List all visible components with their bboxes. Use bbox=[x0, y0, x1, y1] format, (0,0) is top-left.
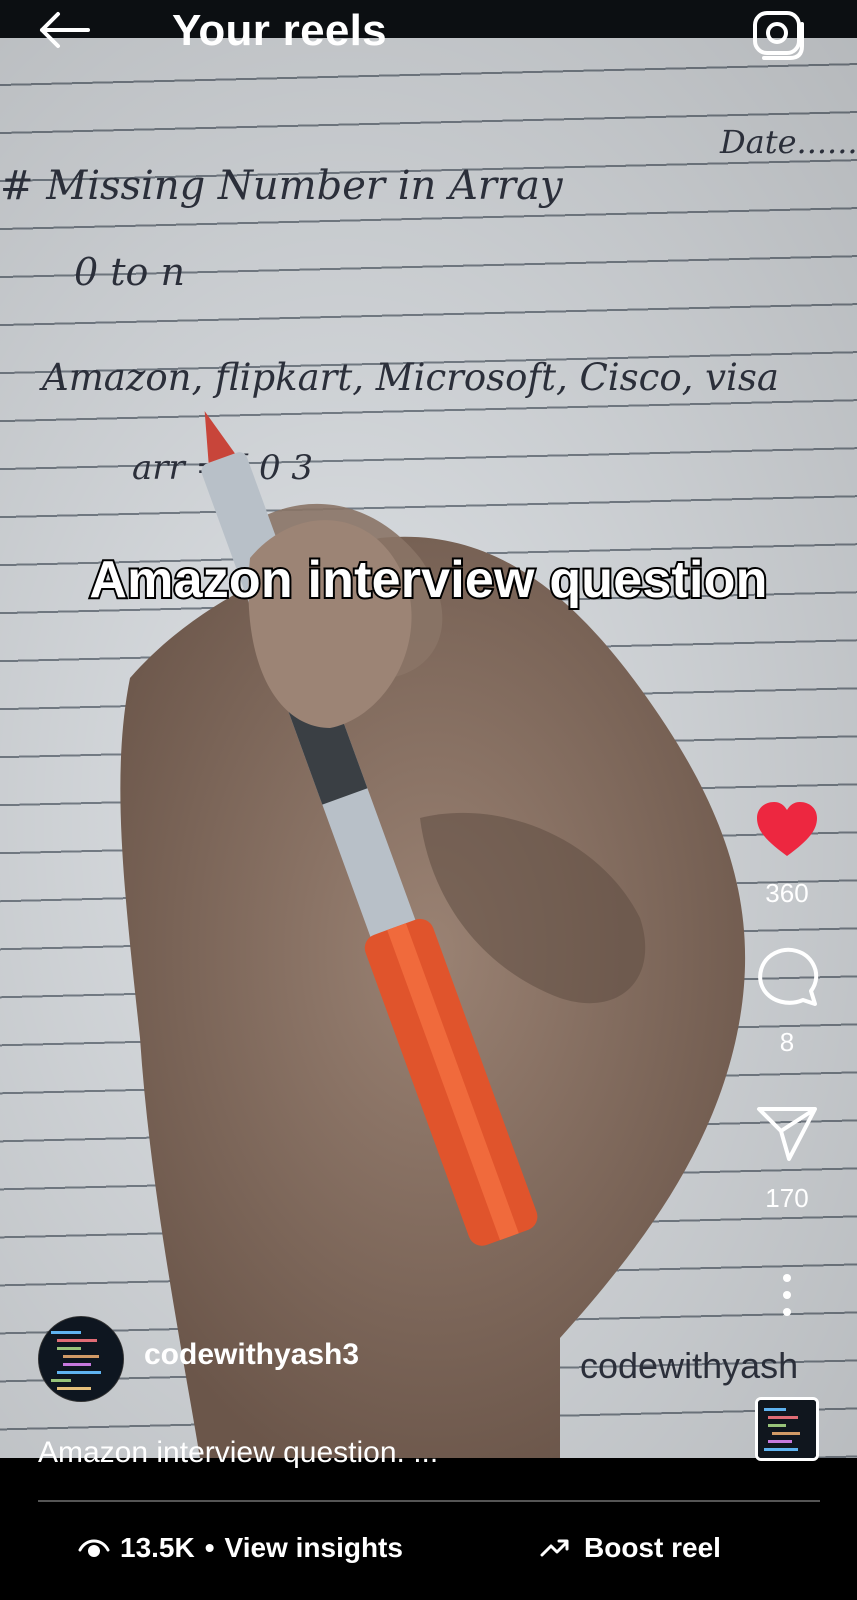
trending-up-icon bbox=[540, 1539, 569, 1557]
more-vertical-icon bbox=[783, 1274, 791, 1316]
view-count: 13.5K bbox=[120, 1532, 195, 1563]
boost-reel-label: Boost reel bbox=[584, 1532, 721, 1563]
like-action[interactable]: 360 bbox=[737, 800, 837, 909]
share-action[interactable]: 170 bbox=[737, 1105, 837, 1214]
code-avatar-image bbox=[39, 1317, 123, 1401]
video-overlay-text: Amazon interview question bbox=[87, 549, 769, 611]
reel-video[interactable]: Date........ # Missing Number in Array 0… bbox=[0, 38, 857, 1458]
username[interactable]: codewithyash3 bbox=[144, 1338, 359, 1372]
view-insights-label: View insights bbox=[224, 1532, 403, 1563]
arrow-left-icon bbox=[40, 12, 90, 48]
hand-with-pen-image bbox=[120, 411, 746, 1458]
send-icon[interactable] bbox=[755, 1105, 819, 1163]
heart-icon[interactable] bbox=[755, 800, 819, 858]
like-count: 360 bbox=[765, 878, 809, 908]
reel-caption[interactable]: Amazon interview question. ... bbox=[38, 1436, 438, 1470]
share-count: 170 bbox=[765, 1183, 809, 1213]
camera-icon bbox=[753, 11, 804, 60]
footer-bar: 13.5K • View insights Boost reel bbox=[0, 1502, 857, 1600]
camera-button[interactable] bbox=[752, 10, 808, 64]
top-bar bbox=[0, 0, 857, 38]
video-watermark: codewithyash bbox=[580, 1345, 799, 1386]
comment-count: 8 bbox=[779, 1027, 795, 1057]
separator-dot: • bbox=[204, 1532, 215, 1563]
avatar[interactable] bbox=[38, 1316, 124, 1402]
boost-reel-button[interactable]: Boost reel bbox=[540, 1532, 721, 1564]
comment-action[interactable]: 8 bbox=[737, 945, 837, 1058]
more-options-button[interactable] bbox=[773, 1270, 801, 1320]
eye-icon bbox=[78, 1539, 110, 1557]
page-title: Your reels bbox=[172, 6, 387, 55]
view-insights-button[interactable]: 13.5K • View insights bbox=[78, 1532, 403, 1564]
reel-cover-thumbnail[interactable] bbox=[755, 1397, 819, 1461]
comment-icon[interactable] bbox=[755, 945, 819, 1007]
code-thumbnail-image bbox=[758, 1400, 816, 1458]
back-button[interactable] bbox=[36, 10, 96, 60]
